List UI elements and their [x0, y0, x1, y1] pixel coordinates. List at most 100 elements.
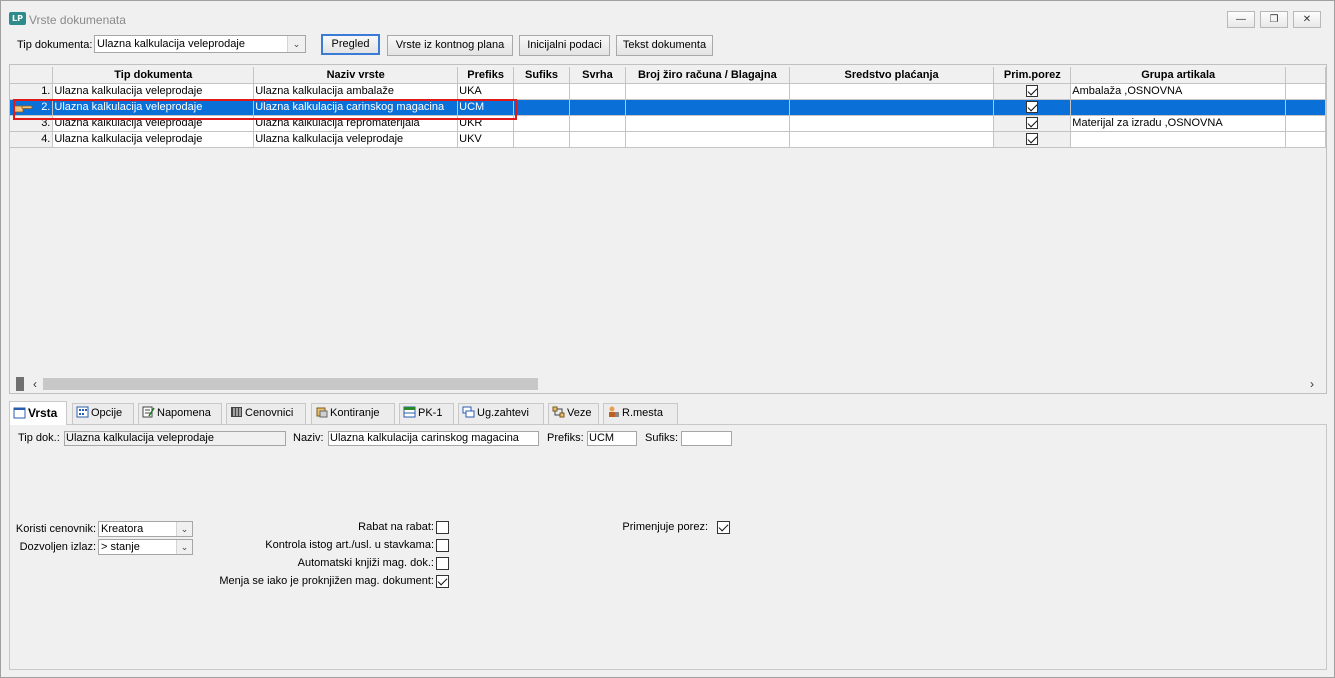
scroll-left-icon[interactable]: ‹ [27, 376, 43, 392]
tab-ug-zahtevi[interactable]: Ug.zahtevi [458, 403, 544, 424]
scrollbar-thumb[interactable] [43, 378, 538, 390]
cell-naziv[interactable]: Ulazna kalkulacija repromaterijala [253, 115, 459, 132]
tab-opcije[interactable]: Opcije [72, 403, 134, 424]
prim-porez-checkbox[interactable] [1026, 101, 1039, 114]
column-header[interactable]: Sredstvo plaćanja [789, 67, 995, 84]
tab-r-mesta[interactable]: R.mesta [603, 403, 678, 424]
cell-prim-porez[interactable] [993, 99, 1072, 116]
rabat-na-rabat-checkbox[interactable] [436, 521, 449, 534]
pregled-button[interactable]: Pregled [321, 34, 380, 55]
cell-svrha[interactable] [569, 131, 626, 148]
cell-prim-porez[interactable] [993, 131, 1072, 148]
tab-napomena[interactable]: Napomena [138, 403, 222, 424]
rabat-na-rabat-label: Rabat na rabat: [358, 521, 434, 533]
column-header[interactable]: Grupa artikala [1070, 67, 1287, 84]
cell-sredstvo[interactable] [789, 83, 995, 100]
minimize-button[interactable]: — [1227, 11, 1255, 28]
cell-grupa[interactable]: Materijal za izradu ,OSNOVNA [1070, 115, 1287, 132]
close-button[interactable]: ✕ [1293, 11, 1321, 28]
tab-pk1[interactable]: PK-1 [399, 403, 454, 424]
dozvoljen-izlaz-value: > stanje [101, 541, 140, 553]
cell-naziv[interactable]: Ulazna kalkulacija carinskog magacina [253, 99, 459, 116]
chevron-down-icon[interactable]: ⌄ [287, 36, 305, 52]
dozvoljen-izlaz-select[interactable]: > stanje ⌄ [98, 539, 193, 555]
cell-sredstvo[interactable] [789, 115, 995, 132]
tab-vrsta[interactable]: Vrsta [9, 401, 67, 425]
cell-tip[interactable]: Ulazna kalkulacija veleprodaje [52, 83, 255, 100]
document-types-grid: Tip dokumenta Naziv vrste Prefiks Sufiks… [9, 64, 1327, 394]
prim-porez-checkbox[interactable] [1026, 133, 1039, 146]
primenjuje-porez-checkbox[interactable] [717, 521, 730, 534]
tab-cenovnici[interactable]: Cenovnici [226, 403, 306, 424]
cell-prefiks[interactable]: UCM [457, 99, 515, 116]
splitter-handle[interactable] [16, 377, 24, 391]
column-header[interactable]: Prim.porez [993, 67, 1072, 84]
horizontal-scrollbar[interactable]: ‹ › [10, 376, 1326, 392]
koristi-cenovnik-label: Koristi cenovnik: [15, 523, 96, 535]
cell-prefiks[interactable]: UKA [457, 83, 515, 100]
prefiks-label: Prefiks: [547, 432, 584, 444]
cell-grupa[interactable] [1070, 131, 1287, 148]
koristi-cenovnik-select[interactable]: Kreatora ⌄ [98, 521, 193, 537]
cell-grupa[interactable] [1070, 99, 1287, 116]
naziv-field[interactable]: Ulazna kalkulacija carinskog magacina [328, 431, 539, 446]
vrste-iz-kontnog-plana-button[interactable]: Vrste iz kontnog plana [387, 35, 513, 56]
cell-ziro[interactable] [625, 131, 790, 148]
row-number-text: 2. [41, 101, 51, 113]
cell-sredstvo[interactable] [789, 99, 995, 116]
tekst-dokumenta-button[interactable]: Tekst dokumenta [616, 35, 713, 56]
cell-svrha[interactable] [569, 115, 626, 132]
cell-tip[interactable]: Ulazna kalkulacija veleprodaje [52, 99, 255, 116]
cell-grupa[interactable]: Ambalaža ,OSNOVNA [1070, 83, 1287, 100]
cell-sufiks[interactable] [513, 115, 570, 132]
accounting-hand-icon [316, 407, 328, 418]
cell-naziv[interactable]: Ulazna kalkulacija ambalaže [253, 83, 459, 100]
row-number-header [10, 67, 54, 84]
kontrola-label: Kontrola istog art./usl. u stavkama: [265, 539, 434, 551]
table-row[interactable]: 3. Ulazna kalkulacija veleprodaje Ulazna… [10, 115, 1326, 132]
cell-naziv[interactable]: Ulazna kalkulacija veleprodaje [253, 131, 459, 148]
column-header[interactable]: Naziv vrste [253, 67, 459, 84]
cell-svrha[interactable] [569, 99, 626, 116]
cell-sredstvo[interactable] [789, 131, 995, 148]
cell-ziro[interactable] [625, 115, 790, 132]
column-header[interactable]: Sufiks [513, 67, 570, 84]
prefiks-field[interactable]: UCM [587, 431, 637, 446]
cell-prefiks[interactable]: UKV [457, 131, 515, 148]
cell-filler [1285, 115, 1326, 132]
table-row[interactable]: 4. Ulazna kalkulacija veleprodaje Ulazna… [10, 131, 1326, 148]
cell-prim-porez[interactable] [993, 115, 1072, 132]
column-header[interactable]: Svrha [569, 67, 626, 84]
tip-dokumenta-select[interactable]: Ulazna kalkulacija veleprodaje ⌄ [94, 35, 306, 53]
prim-porez-checkbox[interactable] [1026, 85, 1039, 98]
scroll-right-icon[interactable]: › [1304, 376, 1320, 392]
menja-se-checkbox[interactable] [436, 575, 449, 588]
cell-tip[interactable]: Ulazna kalkulacija veleprodaje [52, 115, 255, 132]
tab-kontiranje[interactable]: Kontiranje [311, 403, 395, 424]
cell-sufiks[interactable] [513, 83, 570, 100]
column-header[interactable]: Tip dokumenta [52, 67, 255, 84]
cell-sufiks[interactable] [513, 131, 570, 148]
prim-porez-checkbox[interactable] [1026, 117, 1039, 130]
dozvoljen-izlaz-label: Dozvoljen izlaz: [19, 541, 96, 553]
cell-prefiks[interactable]: UKR [457, 115, 515, 132]
table-row[interactable]: 1. Ulazna kalkulacija veleprodaje Ulazna… [10, 83, 1326, 100]
cell-ziro[interactable] [625, 99, 790, 116]
automatski-knjizi-checkbox[interactable] [436, 557, 449, 570]
tab-veze[interactable]: Veze [548, 403, 599, 424]
cell-tip[interactable]: Ulazna kalkulacija veleprodaje [52, 131, 255, 148]
cell-sufiks[interactable] [513, 99, 570, 116]
cell-svrha[interactable] [569, 83, 626, 100]
restore-button[interactable]: ❐ [1260, 11, 1288, 28]
cell-prim-porez[interactable] [993, 83, 1072, 100]
naziv-label: Naziv: [293, 432, 324, 444]
column-header[interactable]: Prefiks [457, 67, 515, 84]
cell-ziro[interactable] [625, 83, 790, 100]
kontrola-checkbox[interactable] [436, 539, 449, 552]
note-edit-icon [142, 406, 155, 418]
row-number: 1. [10, 83, 54, 100]
table-row-selected[interactable]: 2. Ulazna kalkulacija veleprodaje Ulazna… [10, 99, 1326, 116]
sufiks-field[interactable] [681, 431, 732, 446]
inicijalni-podaci-button[interactable]: Inicijalni podaci [519, 35, 610, 56]
column-header[interactable]: Broj žiro računa / Blagajna [625, 67, 790, 84]
